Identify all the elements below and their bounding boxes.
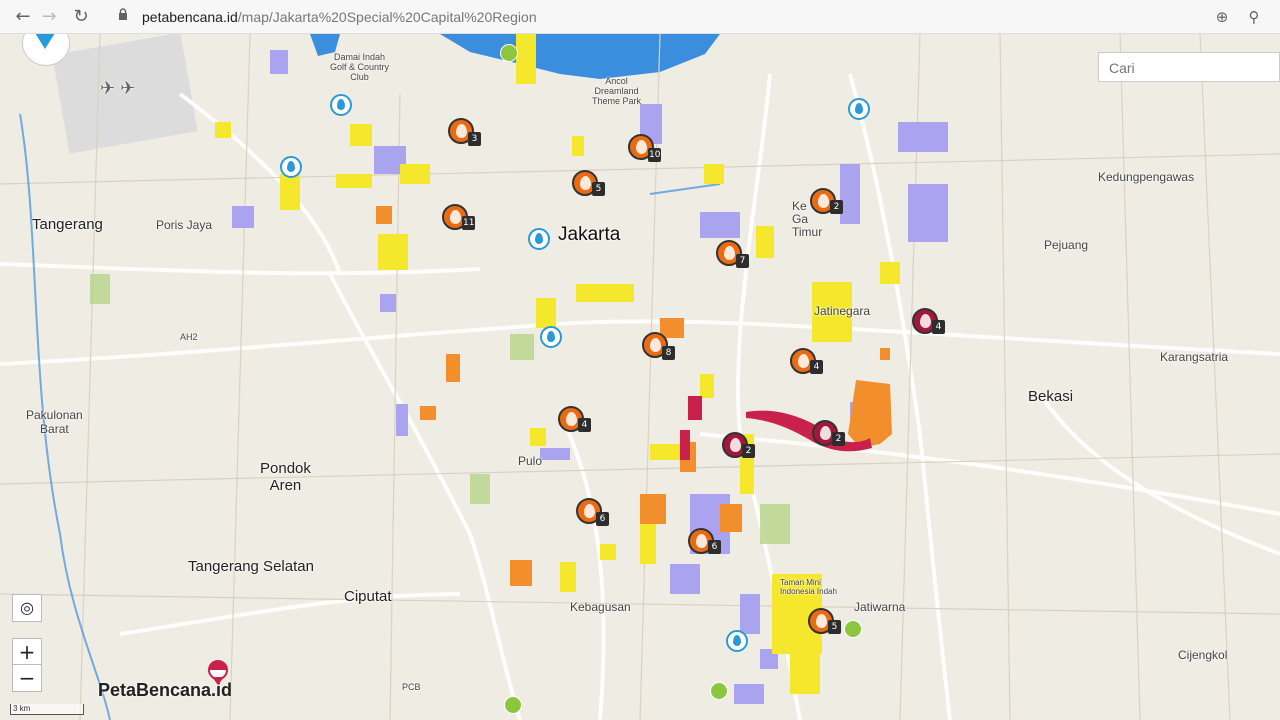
label-pejuang: Pejuang — [1044, 238, 1089, 252]
report-count: 7 — [736, 254, 749, 268]
pump-station-icon[interactable] — [504, 696, 522, 714]
water-gauge-icon[interactable] — [726, 630, 748, 652]
report-count: 5 — [828, 620, 841, 634]
label-bekasi: Bekasi — [1028, 388, 1074, 405]
label-taman-mini: Taman Mini Indonesia Indah — [780, 578, 837, 596]
report-count: 5 — [592, 182, 605, 196]
label-karangsatria: Karangsatria — [1160, 350, 1229, 364]
zoom-out-button[interactable]: − — [12, 664, 42, 692]
report-count: 8 — [662, 346, 675, 360]
report-count: 4 — [578, 418, 591, 432]
water-gauge-icon[interactable] — [848, 98, 870, 120]
label-tangerang-selatan: Tangerang Selatan — [188, 558, 314, 575]
label-ah2: AH2 — [180, 332, 198, 342]
locate-button[interactable]: ◎ — [12, 594, 42, 622]
label-pcb: PCB — [402, 682, 421, 692]
location-icon[interactable]: ⊕ — [1212, 7, 1232, 27]
search-input[interactable] — [1107, 54, 1280, 82]
brand-pin-icon — [208, 660, 228, 685]
water-gauge-icon[interactable] — [280, 156, 302, 178]
water-gauge-icon[interactable] — [528, 228, 550, 250]
flood-map[interactable]: Jakarta Tangerang Bekasi Poris Jaya Paku… — [0, 34, 1280, 720]
search-box[interactable] — [1098, 52, 1280, 82]
reload-icon[interactable]: ↻ — [70, 6, 92, 28]
pump-station-icon[interactable] — [710, 682, 728, 700]
url-path: /map/Jakarta%20Special%20Capital%20Regio… — [237, 9, 537, 25]
label-jatiwarna: Jatiwarna — [854, 600, 906, 614]
report-count: 3 — [468, 132, 481, 146]
address-bar[interactable]: petabencana.id/map/Jakarta%20Special%20C… — [142, 6, 537, 28]
url-host: petabencana.id — [142, 9, 238, 25]
label-jatinegara: Jatinegara — [814, 304, 871, 318]
report-count: 11 — [462, 216, 476, 230]
label-pulo: Pulo — [518, 454, 543, 468]
label-tangerang: Tangerang — [32, 216, 103, 233]
report-count: 4 — [932, 320, 945, 334]
report-count: 2 — [742, 444, 755, 458]
report-count: 6 — [708, 540, 721, 554]
label-kebagusan: Kebagusan — [570, 600, 631, 614]
airport-icon: ✈ ✈ — [100, 78, 136, 98]
label-cijengkol: Cijengkol — [1178, 648, 1228, 662]
pump-station-icon[interactable] — [500, 44, 518, 62]
label-ancol: Ancol Dreamland Theme Park — [592, 76, 642, 106]
map-scale: 3 km — [10, 704, 84, 715]
zoom-search-icon[interactable]: ⚲ — [1244, 7, 1264, 27]
label-ciputat: Ciputat — [344, 588, 392, 605]
lock-icon — [119, 8, 127, 20]
water-gauge-icon[interactable] — [540, 326, 562, 348]
report-count: 6 — [596, 512, 609, 526]
zoom-in-button[interactable]: + — [12, 638, 42, 666]
label-jakarta: Jakarta — [558, 224, 621, 245]
label-damai-indah: Damai Indah Golf & Country Club — [330, 52, 390, 82]
label-poris-jaya: Poris Jaya — [156, 218, 213, 232]
forward-icon[interactable]: → — [38, 6, 60, 28]
label-kedungpengawas: Kedungpengawas — [1098, 170, 1195, 184]
browser-toolbar: ← → ↻ petabencana.id/map/Jakarta%20Speci… — [0, 0, 1280, 34]
report-count: 2 — [832, 432, 845, 446]
label-pakulonan: Pakulonan Barat — [26, 408, 83, 436]
water-gauge-icon[interactable] — [330, 94, 352, 116]
label-pondok-aren: Pondok Aren — [260, 460, 311, 494]
pump-station-icon[interactable] — [844, 620, 862, 638]
back-icon[interactable]: ← — [12, 6, 34, 28]
report-count: 2 — [830, 200, 843, 214]
report-count: 10 — [648, 148, 662, 162]
report-count: 4 — [810, 360, 823, 374]
